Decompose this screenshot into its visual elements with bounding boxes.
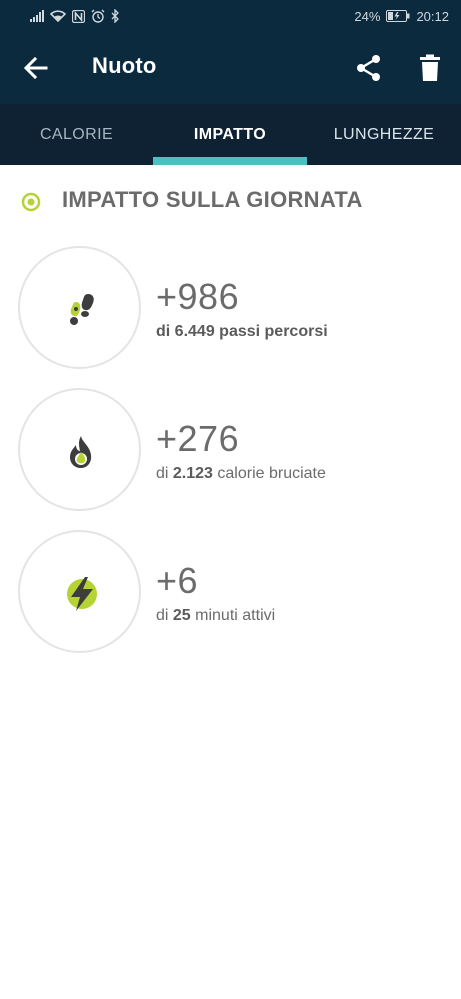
delete-button[interactable] bbox=[418, 54, 442, 82]
share-icon bbox=[357, 55, 380, 81]
status-bar: 24% 20:12 bbox=[0, 0, 461, 32]
tab-calorie[interactable]: CALORIE bbox=[0, 104, 153, 165]
target-icon bbox=[21, 192, 41, 212]
steps-suffix: passi percorsi bbox=[214, 323, 328, 340]
lightning-icon bbox=[67, 577, 97, 611]
steps-impact-value: +986 bbox=[156, 276, 240, 317]
footprint-icon bbox=[70, 294, 94, 325]
tab-bar: CALORIE IMPATTO LUNGHEZZE bbox=[0, 104, 461, 165]
battery-percent: 24% bbox=[354, 8, 381, 24]
steps-description: di 6.449 passi percorsi bbox=[156, 323, 328, 341]
signal-icon bbox=[30, 10, 44, 22]
bluetooth-icon bbox=[111, 9, 119, 23]
nfc-icon bbox=[72, 9, 85, 23]
calories-icon-circle bbox=[18, 388, 141, 511]
calories-description: di 2.123 calorie bruciate bbox=[156, 465, 326, 483]
calories-suffix: calorie bruciate bbox=[212, 465, 326, 482]
steps-total: 6.449 bbox=[174, 323, 215, 340]
impact-active-minutes: +6 di 25 minuti attivi bbox=[18, 530, 438, 654]
status-icons-right: 24% 20:12 bbox=[354, 9, 449, 24]
minutes-icon-circle bbox=[18, 530, 141, 653]
calories-impact-value: +276 bbox=[156, 418, 240, 459]
impact-steps: +986 di 6.449 passi percorsi bbox=[18, 246, 438, 370]
impact-calories: +276 di 2.123 calorie bruciate bbox=[18, 388, 438, 512]
wifi-icon bbox=[50, 10, 66, 22]
section-title: IMPATTO SULLA GIORNATA bbox=[62, 187, 363, 212]
calories-prefix: di bbox=[156, 465, 173, 482]
steps-prefix: di bbox=[156, 323, 175, 340]
minutes-description: di 25 minuti attivi bbox=[156, 607, 275, 625]
minutes-total: 25 bbox=[172, 607, 191, 624]
trash-icon bbox=[420, 54, 440, 81]
minutes-suffix: minuti attivi bbox=[190, 607, 276, 624]
status-icons-left bbox=[30, 9, 120, 23]
back-arrow-icon bbox=[23, 56, 48, 80]
calories-total: 2.123 bbox=[172, 465, 213, 482]
clock-time: 20:12 bbox=[416, 8, 449, 24]
tab-selected-indicator bbox=[153, 157, 307, 165]
alarm-icon bbox=[91, 9, 105, 23]
battery-icon bbox=[386, 10, 410, 22]
tab-impatto[interactable]: IMPATTO bbox=[153, 104, 307, 165]
back-button[interactable] bbox=[22, 54, 50, 82]
flame-icon bbox=[70, 436, 92, 468]
minutes-impact-value: +6 bbox=[156, 560, 199, 601]
app-bar: Nuoto bbox=[0, 32, 461, 104]
share-button[interactable] bbox=[355, 54, 383, 82]
tab-lunghezze[interactable]: LUNGHEZZE bbox=[307, 104, 461, 165]
steps-icon-circle bbox=[18, 246, 141, 369]
section-header: IMPATTO SULLA GIORNATA bbox=[0, 184, 461, 218]
minutes-prefix: di bbox=[156, 607, 173, 624]
page-title: Nuoto bbox=[92, 53, 157, 78]
